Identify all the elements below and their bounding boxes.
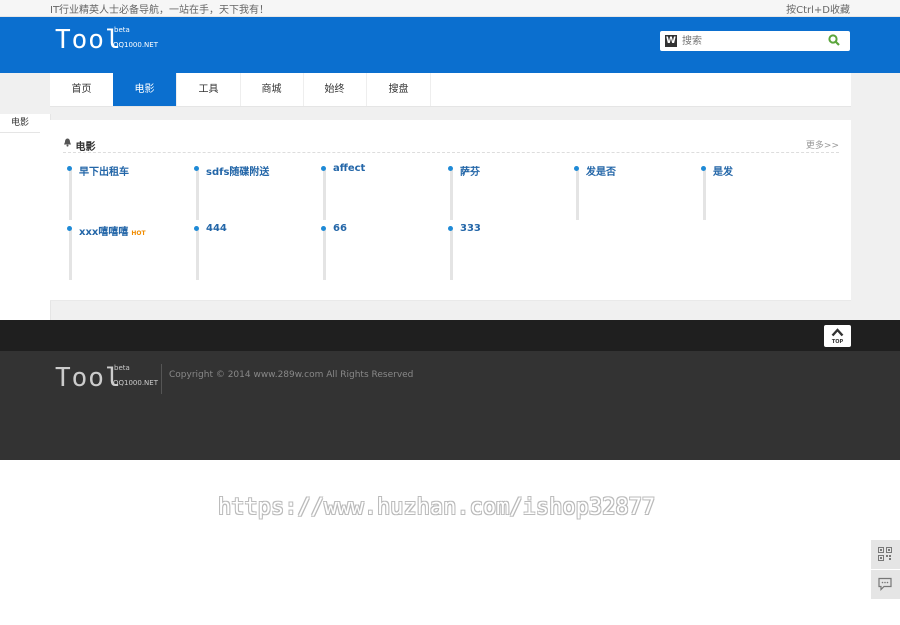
feedback-button[interactable]	[871, 570, 900, 599]
logo-word: Tool	[55, 363, 122, 393]
link-text[interactable]: 444	[206, 223, 227, 234]
list-item[interactable]: 333	[431, 220, 551, 280]
top-bar: IT行业精英人士必备导航，一站在手，天下我有！ 按Ctrl+D收藏	[0, 0, 900, 17]
footer-logo[interactable]: Tool beta QQ1000.NET	[55, 363, 158, 393]
nav-item-home[interactable]: 首页	[50, 73, 114, 106]
watermark-text: https://www.huzhan.com/ishop32877	[218, 495, 656, 520]
back-to-top-button[interactable]: TOP	[824, 325, 851, 347]
section-title: 电影	[75, 142, 96, 153]
bullet-dot-icon	[194, 226, 199, 231]
bullet-dot-icon	[448, 166, 453, 171]
logo-word: Tool	[55, 25, 122, 55]
bookmark-hint[interactable]: 按Ctrl+D收藏	[786, 1, 850, 16]
footer: Tool beta QQ1000.NET Copyright © 2014 ww…	[0, 351, 900, 460]
bullet-dot-icon	[701, 166, 706, 171]
slogan-text: IT行业精英人士必备导航，一站在手，天下我有！	[50, 5, 270, 16]
link-label: xxx嘻嘻嘻	[79, 227, 129, 238]
divider	[323, 170, 326, 220]
footer-divider	[161, 364, 162, 394]
main-nav: 首页 电影 工具 商城 始终 搜盘	[50, 73, 851, 107]
bullet-dot-icon	[574, 166, 579, 171]
search-icon[interactable]	[828, 34, 840, 46]
chat-bubble-icon	[878, 577, 892, 591]
site-logo[interactable]: Tool beta QQ1000.NET	[55, 25, 158, 55]
logo-beta: beta	[114, 364, 130, 372]
list-item[interactable]: 发是否	[557, 160, 677, 220]
back-to-top-label: TOP	[831, 339, 844, 345]
hot-badge: HOT	[131, 230, 146, 237]
header: Tool beta QQ1000.NET W	[0, 17, 900, 73]
list-item[interactable]: 是发	[684, 160, 804, 220]
logo-site: QQ1000.NET	[113, 379, 158, 387]
link-text[interactable]: xxx嘻嘻嘻 HOT	[79, 223, 146, 238]
divider	[450, 170, 453, 220]
side-tab: 电影	[0, 114, 51, 320]
list-item[interactable]: xxx嘻嘻嘻 HOT	[50, 220, 170, 280]
list-item[interactable]: affect	[304, 160, 424, 220]
qr-code-icon	[878, 547, 892, 561]
list-item[interactable]: 早下出租车	[50, 160, 170, 220]
logo-site: QQ1000.NET	[113, 41, 158, 49]
chevron-up-icon	[831, 328, 844, 337]
nav-item-mall[interactable]: 商城	[240, 73, 304, 106]
divider	[196, 170, 199, 220]
link-text[interactable]: 是发	[713, 163, 733, 178]
section-header: 电影 更多>>	[63, 138, 839, 153]
nav-item-always[interactable]: 始终	[303, 73, 367, 106]
link-text[interactable]: sdfs随碟附送	[206, 163, 269, 178]
footer-top-strip	[0, 320, 900, 351]
divider	[450, 230, 453, 280]
bullet-dot-icon	[67, 166, 72, 171]
side-tab-movies[interactable]: 电影	[0, 114, 40, 133]
nav-item-tools[interactable]: 工具	[177, 73, 241, 106]
logo-beta: beta	[114, 26, 130, 34]
nav-item-disk-search[interactable]: 搜盘	[367, 73, 431, 106]
divider	[703, 170, 706, 220]
link-text[interactable]: affect	[333, 163, 365, 174]
divider	[196, 230, 199, 280]
bullet-dot-icon	[321, 166, 326, 171]
link-text[interactable]: 萨芬	[460, 163, 480, 178]
search-box: W	[660, 31, 850, 51]
list-item[interactable]: 444	[177, 220, 297, 280]
divider	[69, 170, 72, 220]
search-input[interactable]	[682, 33, 822, 49]
bullet-dot-icon	[321, 226, 326, 231]
list-item[interactable]: 66	[304, 220, 424, 280]
divider	[323, 230, 326, 280]
list-item[interactable]: 萨芬	[431, 160, 551, 220]
bullet-dot-icon	[67, 226, 72, 231]
bullet-dot-icon	[448, 226, 453, 231]
search-engine-icon[interactable]: W	[665, 35, 677, 47]
divider	[69, 230, 72, 280]
more-link[interactable]: 更多>>	[806, 138, 839, 151]
divider	[576, 170, 579, 220]
link-text[interactable]: 发是否	[586, 163, 616, 178]
nav-item-movies[interactable]: 电影	[113, 73, 177, 106]
copyright-text: Copyright © 2014 www.289w.com All Rights…	[169, 370, 414, 380]
movies-section: 电影 更多>> 早下出租车 sdfs随碟附送 affect 萨芬 发是否 是发 …	[50, 120, 851, 301]
list-item[interactable]: sdfs随碟附送	[177, 160, 297, 220]
link-text[interactable]: 66	[333, 223, 347, 234]
link-text[interactable]: 333	[460, 223, 481, 234]
link-text[interactable]: 早下出租车	[79, 163, 129, 178]
bullet-dot-icon	[194, 166, 199, 171]
bell-icon	[63, 138, 72, 147]
qr-code-button[interactable]	[871, 540, 900, 569]
